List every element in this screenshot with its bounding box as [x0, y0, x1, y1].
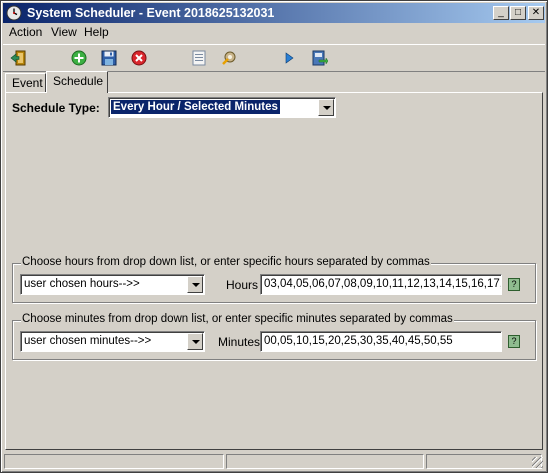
hours-input-value: 03,04,05,06,07,08,09,10,11,12,13,14,15,1… — [264, 278, 502, 290]
delete-icon[interactable] — [130, 49, 148, 67]
hours-group: Choose hours from drop down list, or ent… — [12, 256, 536, 303]
minutes-group: Choose minutes from drop down list, or e… — [12, 313, 536, 360]
schedule-type-value: Every Hour / Selected Minutes — [111, 100, 280, 114]
save-icon[interactable] — [100, 49, 118, 67]
chevron-down-icon[interactable] — [187, 333, 203, 350]
toolbar — [3, 44, 545, 72]
hours-dropdown[interactable]: user chosen hours-->> — [20, 274, 205, 295]
minutes-dropdown[interactable]: user chosen minutes-->> — [20, 331, 205, 352]
status-pane-2 — [226, 454, 424, 469]
close-button[interactable]: ✕ — [528, 6, 544, 20]
window-title: System Scheduler - Event 2018625132031 — [27, 6, 275, 20]
minimize-button[interactable]: _ — [493, 6, 509, 20]
settings-icon[interactable] — [220, 49, 238, 67]
status-bar — [3, 453, 545, 470]
list-icon[interactable] — [190, 49, 208, 67]
schedule-type-label: Schedule Type: — [12, 101, 100, 115]
status-pane-3 — [426, 454, 542, 469]
status-pane-1 — [4, 454, 224, 469]
minutes-group-title: Choose minutes from drop down list, or e… — [21, 313, 454, 325]
hours-group-title: Choose hours from drop down list, or ent… — [21, 256, 431, 268]
hours-input[interactable]: 03,04,05,06,07,08,09,10,11,12,13,14,15,1… — [260, 274, 502, 295]
tab-event[interactable]: Event — [5, 73, 46, 93]
resize-grip[interactable] — [532, 457, 543, 468]
add-icon[interactable] — [70, 49, 88, 67]
minutes-help-icon[interactable]: ? — [508, 335, 520, 348]
chevron-down-icon[interactable] — [187, 276, 203, 293]
title-bar[interactable]: System Scheduler - Event 2018625132031 _… — [3, 3, 545, 23]
minutes-input-value: 00,05,10,15,20,25,30,35,40,45,50,55 — [264, 335, 453, 347]
hours-help-icon[interactable]: ? — [508, 278, 520, 291]
scheduler-app-icon — [6, 5, 22, 21]
hours-label: Hours — [226, 278, 259, 292]
menu-action[interactable]: Action — [9, 25, 42, 39]
minutes-input[interactable]: 00,05,10,15,20,25,30,35,40,45,50,55 — [260, 331, 502, 352]
menu-view[interactable]: View — [51, 25, 77, 39]
exit-icon[interactable] — [10, 49, 28, 67]
tab-schedule[interactable]: Schedule — [46, 71, 108, 93]
hours-dropdown-value: user chosen hours-->> — [24, 278, 140, 290]
tab-strip: Event Schedule — [5, 71, 545, 93]
menu-bar: Action View Help — [3, 23, 545, 42]
chevron-down-icon[interactable] — [318, 99, 334, 116]
schedule-type-dropdown[interactable]: Every Hour / Selected Minutes — [108, 97, 336, 118]
export-icon[interactable] — [310, 49, 328, 67]
run-icon[interactable] — [280, 49, 298, 67]
schedule-panel: Schedule Type: Every Hour / Selected Min… — [5, 92, 543, 450]
minutes-dropdown-value: user chosen minutes-->> — [24, 335, 152, 347]
maximize-button[interactable]: □ — [510, 6, 526, 20]
menu-help[interactable]: Help — [84, 25, 109, 39]
scheduler-window: System Scheduler - Event 2018625132031 _… — [0, 0, 548, 473]
minutes-label: Minutes — [218, 335, 261, 349]
